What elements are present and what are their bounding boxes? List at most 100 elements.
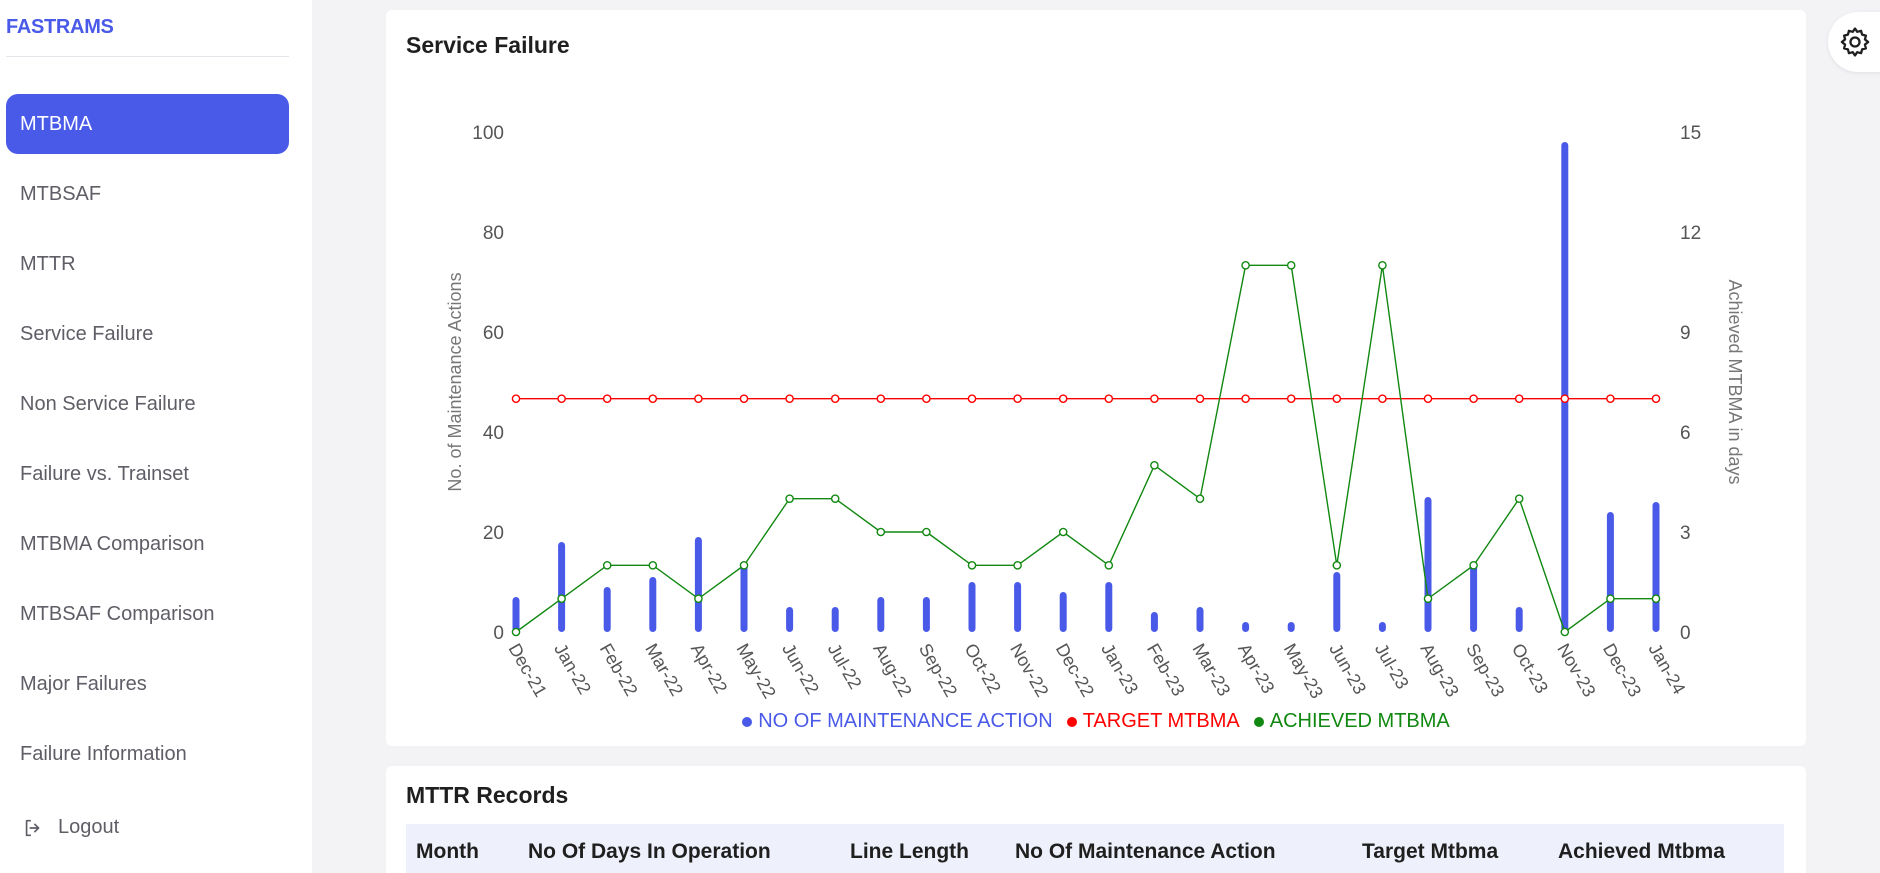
bar [1515, 607, 1523, 632]
sidebar-item-mtbma[interactable]: MTBMA [6, 94, 289, 154]
legend-dot-maintenance [742, 716, 753, 727]
achieved-mtbma-point [602, 561, 612, 570]
sidebar-item-major-failures[interactable]: Major Failures [6, 654, 289, 714]
column-header-maintenance-action[interactable]: No Of Maintenance Action [1015, 840, 1276, 864]
achieved-mtbma-point [876, 527, 886, 537]
x-tick-label: Sep-23 [1462, 640, 1508, 700]
target-mtbma-point [785, 394, 794, 403]
bar [649, 577, 657, 632]
column-header-line-length[interactable]: Line Length [850, 840, 969, 864]
bar [1561, 142, 1569, 632]
logout-button[interactable]: Logout [22, 816, 119, 839]
x-tick-label: Oct-23 [1508, 640, 1552, 697]
x-tick-label: Mar-22 [641, 640, 687, 699]
bar [558, 542, 566, 632]
bar [1242, 622, 1250, 632]
bar [1378, 622, 1386, 632]
target-mtbma-point [648, 394, 658, 403]
sidebar-item-mttr[interactable]: MTTR [6, 234, 289, 294]
bar [1606, 512, 1614, 632]
y-tick-label: 40 [483, 423, 504, 444]
achieved-mtbma-point [1423, 594, 1433, 603]
sidebar-item-failure-vs-trainset[interactable]: Failure vs. Trainset [6, 444, 289, 504]
y-axis-title: No. of Maintenance Actions [445, 272, 465, 491]
table-card-title: MTTR Records [406, 782, 569, 808]
bar [694, 537, 702, 632]
x-tick-label: Jun-23 [1325, 640, 1370, 698]
achieved-mtbma-point [830, 494, 840, 503]
y2-tick-label: 6 [1680, 423, 1691, 444]
sidebar-item-non-service-failure[interactable]: Non Service Failure [6, 374, 289, 434]
sidebar-item-mtbsaf-comparison[interactable]: MTBSAF Comparison [6, 584, 289, 644]
x-tick-label: Jul-22 [824, 640, 866, 692]
achieved-mtbma-point [1469, 561, 1478, 570]
target-mtbma-point [1286, 394, 1296, 403]
target-mtbma-point [739, 394, 749, 403]
achieved-mtbma-point [1514, 494, 1524, 503]
x-tick-label: May-23 [1280, 640, 1327, 702]
mtbma-chart: 0 20 40 60 80 100 0 3 6 9 12 15 No. of Maintenance A… [445, 123, 1745, 702]
x-tick-label: May-22 [733, 640, 780, 702]
sidebar-item-service-failure[interactable]: Service Failure [6, 304, 289, 364]
achieved-mtbma-point [922, 527, 931, 537]
sidebar-item-mtbma-comparison[interactable]: MTBMA Comparison [6, 514, 289, 574]
target-mtbma-point [511, 394, 521, 403]
legend-item-achieved[interactable]: ACHIEVED MTBMA [1253, 710, 1450, 733]
x-tick-label: Apr-23 [1234, 640, 1278, 697]
settings-button[interactable] [1828, 12, 1880, 72]
column-header-days-in-operation[interactable]: No Of Days In Operation [528, 840, 771, 864]
achieved-mtbma-point [1195, 494, 1205, 503]
gear-icon [1840, 27, 1870, 57]
achieved-mtbma-point [1286, 261, 1296, 270]
y2-axis-title: Achieved MTBMA in days [1725, 279, 1745, 484]
target-mtbma-point [1058, 394, 1068, 403]
target-mtbma-point [1514, 394, 1524, 403]
column-header-target-mtbma[interactable]: Target Mtbma [1362, 840, 1498, 864]
target-mtbma-point [694, 394, 703, 403]
bar [1652, 502, 1660, 632]
achieved-mtbma-point [511, 627, 521, 637]
x-tick-label: Feb-23 [1143, 640, 1189, 699]
achieved-mtbma-point [694, 594, 703, 603]
legend-dot-target [1066, 716, 1077, 727]
achieved-mtbma-point [1150, 461, 1159, 470]
x-tick-label: Dec-21 [505, 640, 551, 700]
y-tick-label: 0 [493, 623, 504, 644]
logout-icon [25, 819, 40, 836]
y-tick-label: 80 [483, 223, 504, 244]
legend-label-achieved: ACHIEVED MTBMA [1269, 710, 1450, 732]
x-tick-label: Oct-22 [961, 640, 1005, 697]
bar [1105, 582, 1113, 632]
target-mtbma-point [1560, 394, 1570, 403]
achieved-mtbma-point [1651, 594, 1661, 603]
target-mtbma-point [1150, 394, 1159, 403]
sidebar-item-mtbsaf[interactable]: MTBSAF [6, 164, 289, 224]
x-tick-label: Nov-22 [1006, 640, 1052, 700]
achieved-mtbma-point [1058, 527, 1068, 537]
column-header-achieved-mtbma[interactable]: Achieved Mtbma [1558, 840, 1725, 864]
achieved-mtbma-point [1013, 561, 1022, 570]
bar [1150, 612, 1158, 632]
bar [1287, 622, 1295, 632]
x-tick-label: Dec-22 [1052, 640, 1098, 700]
bar [922, 597, 930, 632]
x-tick-label: Aug-23 [1417, 640, 1463, 700]
achieved-mtbma-point [1104, 561, 1114, 570]
column-header-month[interactable]: Month [416, 840, 479, 864]
service-failure-card: Service Failure 0 20 40 60 80 100 0 3 6 9 12 15 No. … [386, 10, 1806, 746]
target-mtbma-point [967, 394, 977, 403]
legend-item-maintenance[interactable]: NO OF MAINTENANCE ACTION [742, 710, 1053, 733]
x-tick-label: Jan-22 [550, 640, 595, 698]
y2-tick-label: 12 [1680, 223, 1701, 244]
bar [1424, 497, 1432, 632]
sidebar-item-failure-information[interactable]: Failure Information [6, 724, 289, 784]
bar [968, 582, 976, 632]
legend-item-target[interactable]: TARGET MTBMA [1066, 710, 1240, 733]
mttr-records-card: MTTR Records Month No Of Days In Operati… [386, 766, 1806, 873]
bar [603, 587, 611, 632]
achieved-mtbma-point [1332, 561, 1342, 570]
sidebar: FASTRAMS MTBMA MTBSAF MTTR Service Failu… [0, 0, 312, 873]
brand-logo[interactable]: FASTRAMS [6, 16, 114, 39]
achieved-mtbma-point [967, 561, 977, 570]
legend-dot-achieved [1253, 716, 1264, 727]
